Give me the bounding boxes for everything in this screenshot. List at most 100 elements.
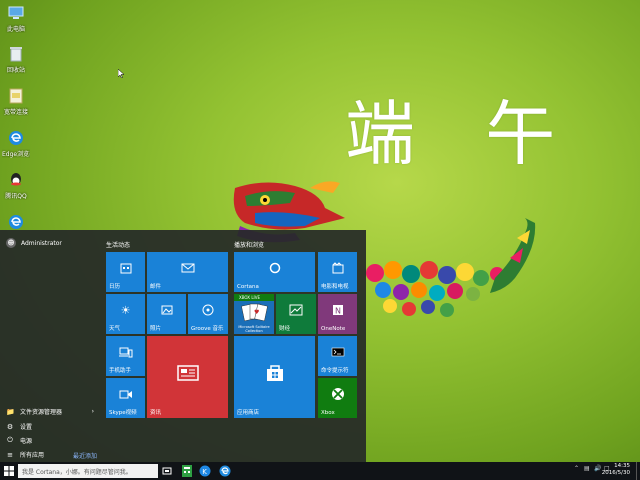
tile-label: 资讯 bbox=[150, 410, 162, 416]
tile-photos[interactable]: 照片 bbox=[147, 294, 186, 334]
mouse-cursor-icon bbox=[118, 69, 124, 78]
tile-label: 日历 bbox=[109, 284, 121, 290]
tile-label: Xbox bbox=[321, 410, 335, 416]
start-menu: ☻ Administrator 📁 文件资源管理器 › ⚙ 设置 ⏻ 电源 ≡ … bbox=[0, 230, 366, 462]
xbox-live-band: XBOX LIVE bbox=[234, 294, 274, 301]
desktop-icon-ie[interactable] bbox=[2, 212, 30, 232]
gear-icon: ⚙ bbox=[6, 422, 14, 431]
tile-label: 应用商店 bbox=[237, 410, 260, 416]
clock[interactable]: 14:35 2016/5/30 bbox=[602, 463, 630, 477]
tile-news[interactable]: 资讯 bbox=[147, 336, 228, 418]
cortana-icon bbox=[234, 252, 315, 284]
tile-groove-music[interactable]: Groove 音乐 bbox=[188, 294, 228, 334]
desktop-icon-qq[interactable]: 腾讯QQ bbox=[2, 170, 30, 200]
taskbar-app-calculator[interactable] bbox=[180, 464, 194, 478]
recently-added-badge: 最近添加 bbox=[73, 453, 98, 460]
tile-onenote[interactable]: N OneNote bbox=[318, 294, 357, 334]
tile-movies-tv[interactable]: 电影和电视 bbox=[318, 252, 357, 292]
tile-label: Groove 音乐 bbox=[191, 326, 224, 332]
desktop-icon-broadband[interactable]: 宽带连接 bbox=[2, 86, 30, 116]
start-item-label: 文件资源管理器 bbox=[20, 409, 63, 416]
tile-skype-video[interactable]: Skype视频 bbox=[106, 378, 145, 418]
network-icon[interactable]: ▤ bbox=[584, 465, 590, 472]
desktop-icon-label: 宽带连接 bbox=[3, 109, 28, 116]
tile-cortana[interactable]: Cortana bbox=[234, 252, 315, 292]
start-item-label: 电源 bbox=[20, 438, 33, 445]
chart-icon bbox=[276, 294, 316, 326]
tile-store[interactable]: 应用商店 bbox=[234, 336, 315, 418]
tile-xbox[interactable]: Xbox bbox=[318, 378, 357, 418]
tile-label: 邮件 bbox=[150, 284, 162, 290]
apps-icon: ≡ bbox=[7, 450, 13, 459]
tile-label: 电影和电视 bbox=[321, 284, 349, 290]
start-button[interactable] bbox=[2, 464, 16, 478]
clock-time: 14:35 bbox=[614, 463, 630, 469]
onenote-icon: N bbox=[318, 294, 357, 326]
broadband-icon bbox=[6, 86, 26, 106]
tile-label: 照片 bbox=[150, 326, 162, 332]
taskbar-app-edge[interactable] bbox=[218, 464, 232, 478]
desktop-icon-label: 腾讯QQ bbox=[5, 193, 27, 200]
desktop-icon-this-pc[interactable]: 此电脑 bbox=[2, 3, 30, 33]
task-view-button[interactable] bbox=[160, 464, 174, 478]
terminal-icon bbox=[318, 336, 357, 368]
taskbar-app-kugou[interactable]: K bbox=[198, 464, 212, 478]
edge-icon bbox=[6, 128, 26, 148]
calendar-icon bbox=[106, 252, 145, 284]
xbox-icon bbox=[318, 378, 357, 410]
sun-icon: ☀ bbox=[120, 303, 131, 317]
tile-label: Microsoft Solitaire Collection bbox=[238, 325, 270, 333]
desktop-icon-label: 回收站 bbox=[6, 67, 25, 74]
video-camera-icon bbox=[106, 378, 145, 410]
tile-group-title-life: 生活动态 bbox=[106, 242, 131, 249]
task-view-icon bbox=[162, 467, 172, 475]
start-menu-left-pane: ☻ Administrator 📁 文件资源管理器 › ⚙ 设置 ⏻ 电源 ≡ … bbox=[0, 230, 100, 462]
svg-text:N: N bbox=[335, 307, 341, 316]
tile-phone-companion[interactable]: 手机助手 bbox=[106, 336, 145, 376]
tile-label: 手机助手 bbox=[109, 368, 132, 374]
user-name: Administrator bbox=[21, 239, 62, 247]
recycle-bin-icon bbox=[6, 44, 26, 64]
desktop-icon-label: Edge浏览器 bbox=[2, 151, 30, 158]
wallpaper-calligraphy: 端 午 bbox=[345, 93, 580, 175]
start-item-label: 设置 bbox=[20, 424, 33, 431]
tile-label: Skype视频 bbox=[109, 410, 137, 416]
desktop[interactable]: 此电脑 回收站 宽带连接 Edge浏览器 腾讯QQ 端 午 bbox=[0, 0, 640, 480]
tile-label: OneNote bbox=[321, 326, 346, 332]
clock-date: 2016/5/30 bbox=[601, 470, 630, 476]
desktop-icon-recycle-bin[interactable]: 回收站 bbox=[2, 44, 30, 74]
tile-label: Cortana bbox=[237, 284, 259, 290]
start-item-settings[interactable]: ⚙ 设置 bbox=[6, 422, 94, 432]
tile-mail[interactable]: 邮件 bbox=[147, 252, 228, 292]
start-item-file-explorer[interactable]: 📁 文件资源管理器 › bbox=[6, 407, 94, 417]
xbox-live-label: XBOX LIVE bbox=[239, 295, 260, 300]
music-disc-icon bbox=[188, 294, 228, 326]
folder-icon: 📁 bbox=[6, 407, 15, 416]
tile-label: 天气 bbox=[109, 326, 121, 332]
tile-money[interactable]: 财经 bbox=[276, 294, 316, 334]
volume-icon[interactable]: 🔊 bbox=[594, 465, 601, 472]
tile-command-prompt[interactable]: 命令提示符 bbox=[318, 336, 357, 376]
windows-logo-icon bbox=[4, 466, 14, 476]
tile-weather[interactable]: ☀ 天气 bbox=[106, 294, 145, 334]
tile-calendar[interactable]: 日历 bbox=[106, 252, 145, 292]
desktop-icon-label: 此电脑 bbox=[6, 26, 25, 33]
desktop-icon-edge[interactable]: Edge浏览器 bbox=[2, 128, 30, 158]
show-desktop-button[interactable] bbox=[636, 462, 640, 480]
user-account[interactable]: ☻ Administrator bbox=[6, 238, 62, 248]
tile-label: 财经 bbox=[279, 326, 291, 332]
edge-icon bbox=[219, 465, 231, 477]
computer-icon bbox=[6, 3, 26, 23]
cortana-search-box[interactable]: 我是 Cortana，小娜。有问题尽管问我。 bbox=[18, 464, 158, 478]
tile-solitaire[interactable]: XBOX LIVE ♥ Microsoft Solitaire Collecti… bbox=[234, 294, 274, 334]
chevron-up-icon[interactable]: ⌃ bbox=[574, 465, 579, 472]
search-placeholder: 我是 Cortana，小娜。有问题尽管问我。 bbox=[22, 468, 132, 476]
svg-text:♥: ♥ bbox=[254, 309, 259, 316]
mail-icon bbox=[147, 252, 228, 284]
start-item-power[interactable]: ⏻ 电源 bbox=[6, 436, 94, 445]
power-icon: ⏻ bbox=[7, 436, 13, 444]
tile-group-title-play: 播放和浏览 bbox=[234, 242, 265, 249]
taskbar: 我是 Cortana，小娜。有问题尽管问我。 K ⌃ ▤ 🔊 □ 14:35 2… bbox=[0, 462, 640, 480]
tile-label: 命令提示符 bbox=[321, 368, 349, 374]
start-item-label: 所有应用 bbox=[20, 452, 45, 459]
